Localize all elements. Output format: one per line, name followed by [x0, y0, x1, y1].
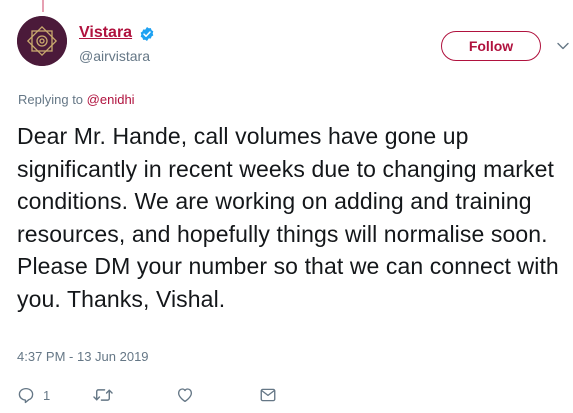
tweet-text: Dear Mr. Hande, call volumes have gone u… — [17, 123, 559, 312]
replying-to-mention[interactable]: @enidhi — [87, 92, 135, 107]
retweet-icon — [93, 389, 113, 401]
avatar[interactable] — [17, 16, 67, 66]
author-handle[interactable]: @airvistara — [79, 48, 150, 64]
envelope-icon — [260, 388, 276, 402]
author-display-name[interactable]: Vistara — [79, 24, 132, 42]
retweet-button[interactable] — [92, 385, 114, 405]
direct-message-button[interactable] — [259, 385, 277, 405]
like-button[interactable] — [176, 385, 194, 405]
thread-connector-line — [42, 0, 44, 12]
vistara-logo-icon — [17, 16, 67, 66]
chevron-down-icon[interactable] — [556, 39, 570, 53]
reply-icon — [18, 387, 34, 404]
replying-to-label: Replying to — [18, 92, 84, 107]
verified-badge-icon — [140, 27, 154, 41]
reply-button[interactable]: 1 — [17, 385, 50, 405]
reply-count: 1 — [43, 387, 51, 403]
tweet-actions-bar: 1 — [17, 385, 573, 407]
replying-to-line: Replying to @enidhi — [18, 92, 135, 107]
tweet-timestamp[interactable]: 4:37 PM - 13 Jun 2019 — [17, 349, 149, 364]
follow-button[interactable]: Follow — [441, 31, 541, 61]
heart-icon — [177, 388, 193, 403]
